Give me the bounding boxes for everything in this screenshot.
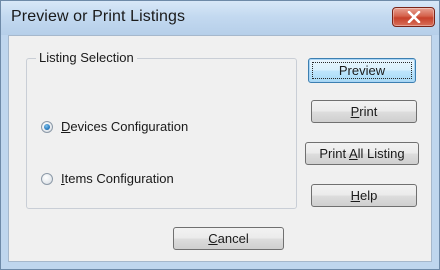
button-label: Preview (338, 63, 386, 78)
radio-button-selected[interactable] (41, 120, 53, 133)
radio-label: Devices Configuration (61, 119, 189, 134)
print-button[interactable]: Print (311, 100, 417, 123)
window-title: Preview or Print Listings (11, 8, 186, 25)
button-label: Print (350, 104, 378, 119)
preview-button[interactable]: Preview (308, 58, 416, 83)
dialog-body: Listing Selection Devices Configuration … (8, 35, 432, 262)
close-icon (407, 11, 421, 23)
close-button[interactable] (392, 7, 435, 27)
group-legend: Listing Selection (36, 50, 137, 65)
help-button[interactable]: Help (311, 184, 417, 207)
radio-devices-configuration[interactable]: Devices Configuration (41, 119, 188, 134)
title-bar[interactable]: Preview or Print Listings (1, 1, 439, 35)
radio-label: Items Configuration (61, 171, 174, 186)
button-label: Print All Listing (319, 146, 405, 161)
print-all-listing-button[interactable]: Print All Listing (305, 142, 419, 165)
cancel-button[interactable]: Cancel (173, 227, 284, 250)
dialog-window: Preview or Print Listings Listing Select… (0, 0, 440, 270)
radio-button[interactable] (41, 172, 53, 185)
button-label: Help (350, 188, 378, 203)
radio-items-configuration[interactable]: Items Configuration (41, 171, 174, 186)
button-label: Cancel (208, 231, 249, 246)
listing-selection-group: Listing Selection Devices Configuration … (26, 50, 297, 209)
